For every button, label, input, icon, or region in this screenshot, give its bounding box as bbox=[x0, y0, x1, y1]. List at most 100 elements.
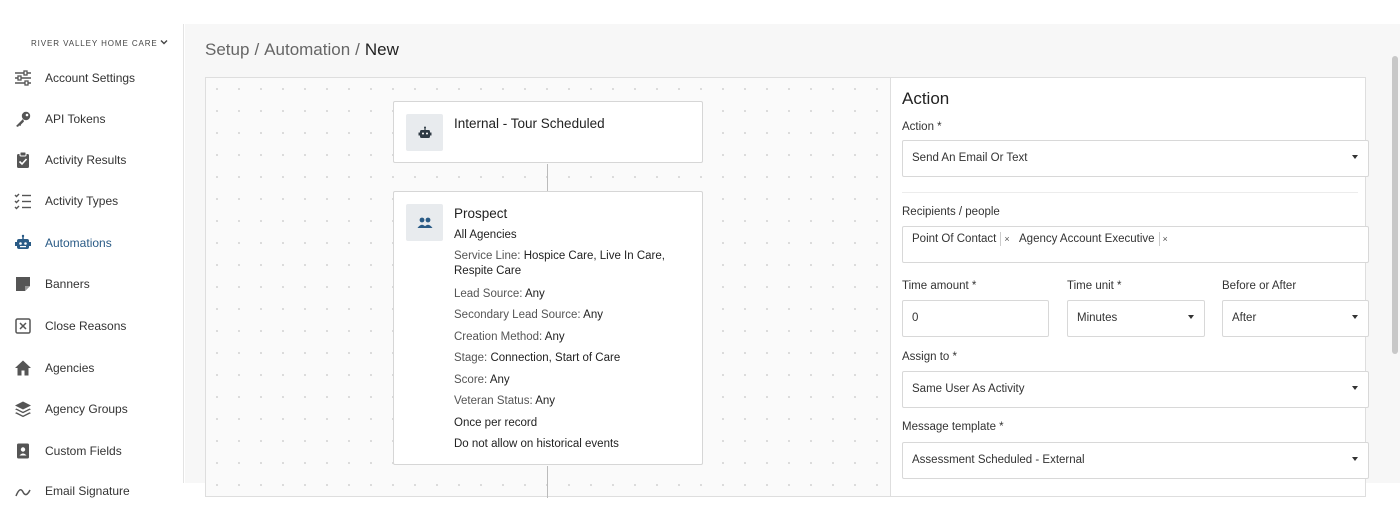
assign-to-label: Assign to * bbox=[902, 351, 957, 363]
veteran-status-label: Veteran Status: bbox=[454, 395, 536, 407]
sidebar-item-label: Email Signature bbox=[45, 484, 130, 498]
signature-icon bbox=[14, 482, 32, 500]
prospect-veteran-status: Veteran Status: Any bbox=[454, 394, 669, 409]
caret-down-icon bbox=[1352, 457, 1358, 461]
caret-down-icon bbox=[1352, 315, 1358, 319]
flow-connector bbox=[547, 466, 548, 498]
service-line-label: Service Line: bbox=[454, 250, 524, 262]
sidebar-item-api-tokens[interactable]: API Tokens bbox=[0, 102, 183, 136]
chevron-down-icon bbox=[160, 38, 168, 48]
message-template-select[interactable]: Assessment Scheduled - External bbox=[902, 442, 1369, 479]
sidebar-item-label: Agency Groups bbox=[45, 402, 128, 416]
sidebar-item-agencies[interactable]: Agencies bbox=[0, 351, 183, 385]
time-amount-label: Time amount * bbox=[902, 280, 977, 292]
action-panel: Action Action * Send An Email Or Text Re… bbox=[890, 77, 1369, 497]
remove-tag-icon[interactable]: × bbox=[1158, 232, 1168, 246]
sidebar-item-label: Custom Fields bbox=[45, 444, 122, 458]
score-value: Any bbox=[489, 374, 510, 386]
trigger-card[interactable]: Internal - Tour Scheduled bbox=[393, 101, 703, 163]
time-amount-input[interactable]: 0 bbox=[902, 300, 1049, 337]
caret-down-icon bbox=[1352, 386, 1358, 390]
sidebar-item-banners[interactable]: Banners bbox=[0, 267, 183, 301]
users-icon bbox=[406, 204, 443, 241]
sidebar-item-label: Account Settings bbox=[45, 71, 136, 85]
prospect-secondary-lead-source: Secondary Lead Source: Any bbox=[454, 308, 669, 323]
stage-label: Stage: bbox=[454, 352, 491, 364]
action-label: Action * bbox=[902, 121, 942, 133]
sidebar-item-activity-types[interactable]: Activity Types bbox=[0, 184, 183, 218]
action-panel-heading: Action bbox=[902, 89, 950, 108]
flow-canvas: Internal - Tour Scheduled Prospect All A… bbox=[205, 77, 891, 498]
home-icon bbox=[14, 359, 32, 377]
breadcrumb-setup[interactable]: Setup bbox=[205, 40, 249, 59]
lead-source-value: Any bbox=[524, 288, 545, 300]
sidebar-item-account-settings[interactable]: Account Settings bbox=[0, 61, 183, 95]
sidebar-item-label: Activity Types bbox=[45, 194, 119, 208]
org-name: RIVER VALLEY HOME CARE bbox=[31, 38, 158, 48]
checklist-icon bbox=[14, 192, 32, 210]
creation-method-value: Any bbox=[544, 331, 565, 343]
layers-icon bbox=[14, 400, 32, 418]
lead-source-label: Lead Source: bbox=[454, 288, 525, 300]
breadcrumb-current: New bbox=[364, 40, 399, 59]
robot-icon bbox=[406, 114, 443, 151]
breadcrumb-automation[interactable]: Automation bbox=[264, 40, 350, 59]
message-template-label: Message template * bbox=[902, 421, 1004, 433]
assign-to-select[interactable]: Same User As Activity bbox=[902, 371, 1369, 408]
sidebar: RIVER VALLEY HOME CARE Account Settings … bbox=[0, 24, 184, 498]
action-select[interactable]: Send An Email Or Text bbox=[902, 140, 1369, 177]
time-amount-value: 0 bbox=[912, 312, 919, 324]
secondary-lead-source-value: Any bbox=[583, 309, 603, 321]
veteran-status-value: Any bbox=[535, 395, 556, 407]
key-icon bbox=[14, 110, 32, 128]
score-label: Score: bbox=[454, 374, 490, 386]
sidebar-item-activity-results[interactable]: Activity Results bbox=[0, 143, 183, 177]
org-switcher[interactable]: RIVER VALLEY HOME CARE bbox=[31, 38, 168, 48]
divider bbox=[902, 192, 1358, 193]
assign-to-value: Same User As Activity bbox=[912, 383, 1025, 395]
time-unit-value: Minutes bbox=[1077, 312, 1118, 324]
sidebar-item-label: Agencies bbox=[45, 361, 95, 375]
id-badge-icon bbox=[14, 442, 32, 460]
robot-icon bbox=[14, 234, 32, 252]
before-after-label: Before or After bbox=[1222, 280, 1297, 292]
recipient-tag-label: Agency Account Executive bbox=[1019, 233, 1155, 245]
prospect-card[interactable]: Prospect All Agencies Service Line: Hosp… bbox=[393, 191, 703, 465]
x-square-icon bbox=[14, 317, 32, 335]
recipient-tag: Agency Account Executive × bbox=[1019, 231, 1168, 247]
creation-method-label: Creation Method: bbox=[454, 331, 545, 343]
before-after-value: After bbox=[1232, 312, 1257, 324]
page-scrollbar[interactable] bbox=[1392, 56, 1398, 354]
sliders-icon bbox=[14, 69, 32, 87]
trigger-title: Internal - Tour Scheduled bbox=[454, 116, 605, 131]
flow-connector bbox=[547, 164, 548, 191]
remove-tag-icon[interactable]: × bbox=[1000, 232, 1010, 246]
sidebar-item-email-signature[interactable]: Email Signature bbox=[0, 474, 183, 508]
clipboard-check-icon bbox=[14, 151, 32, 169]
sidebar-item-automations[interactable]: Automations bbox=[0, 226, 183, 260]
breadcrumb: Setup / Automation / New bbox=[205, 40, 399, 60]
note-icon bbox=[14, 275, 32, 293]
prospect-creation-method: Creation Method: Any bbox=[454, 330, 669, 345]
prospect-score: Score: Any bbox=[454, 373, 669, 388]
sidebar-item-label: Automations bbox=[45, 236, 112, 250]
breadcrumb-separator: / bbox=[254, 40, 260, 59]
time-unit-select[interactable]: Minutes bbox=[1067, 300, 1205, 337]
sidebar-item-label: Activity Results bbox=[45, 153, 127, 167]
stage-value: Connection, Start of Care bbox=[490, 352, 621, 364]
sidebar-item-close-reasons[interactable]: Close Reasons bbox=[0, 309, 183, 343]
prospect-agencies: All Agencies bbox=[454, 229, 517, 241]
sidebar-item-label: API Tokens bbox=[45, 112, 106, 126]
caret-down-icon bbox=[1352, 155, 1358, 159]
sidebar-item-custom-fields[interactable]: Custom Fields bbox=[0, 434, 183, 468]
sidebar-item-agency-groups[interactable]: Agency Groups bbox=[0, 392, 183, 426]
recipients-input[interactable]: Point Of Contact × Agency Account Execut… bbox=[902, 226, 1369, 263]
main-content: Setup / Automation / New Internal - Tour Sch… bbox=[185, 24, 1400, 498]
sidebar-item-label: Banners bbox=[45, 277, 90, 291]
prospect-historical: Do not allow on historical events bbox=[454, 438, 619, 450]
action-select-value: Send An Email Or Text bbox=[912, 152, 1028, 164]
recipients-label: Recipients / people bbox=[902, 206, 1000, 218]
before-after-select[interactable]: After bbox=[1222, 300, 1369, 337]
breadcrumb-separator: / bbox=[355, 40, 360, 59]
time-unit-label: Time unit * bbox=[1067, 280, 1122, 292]
